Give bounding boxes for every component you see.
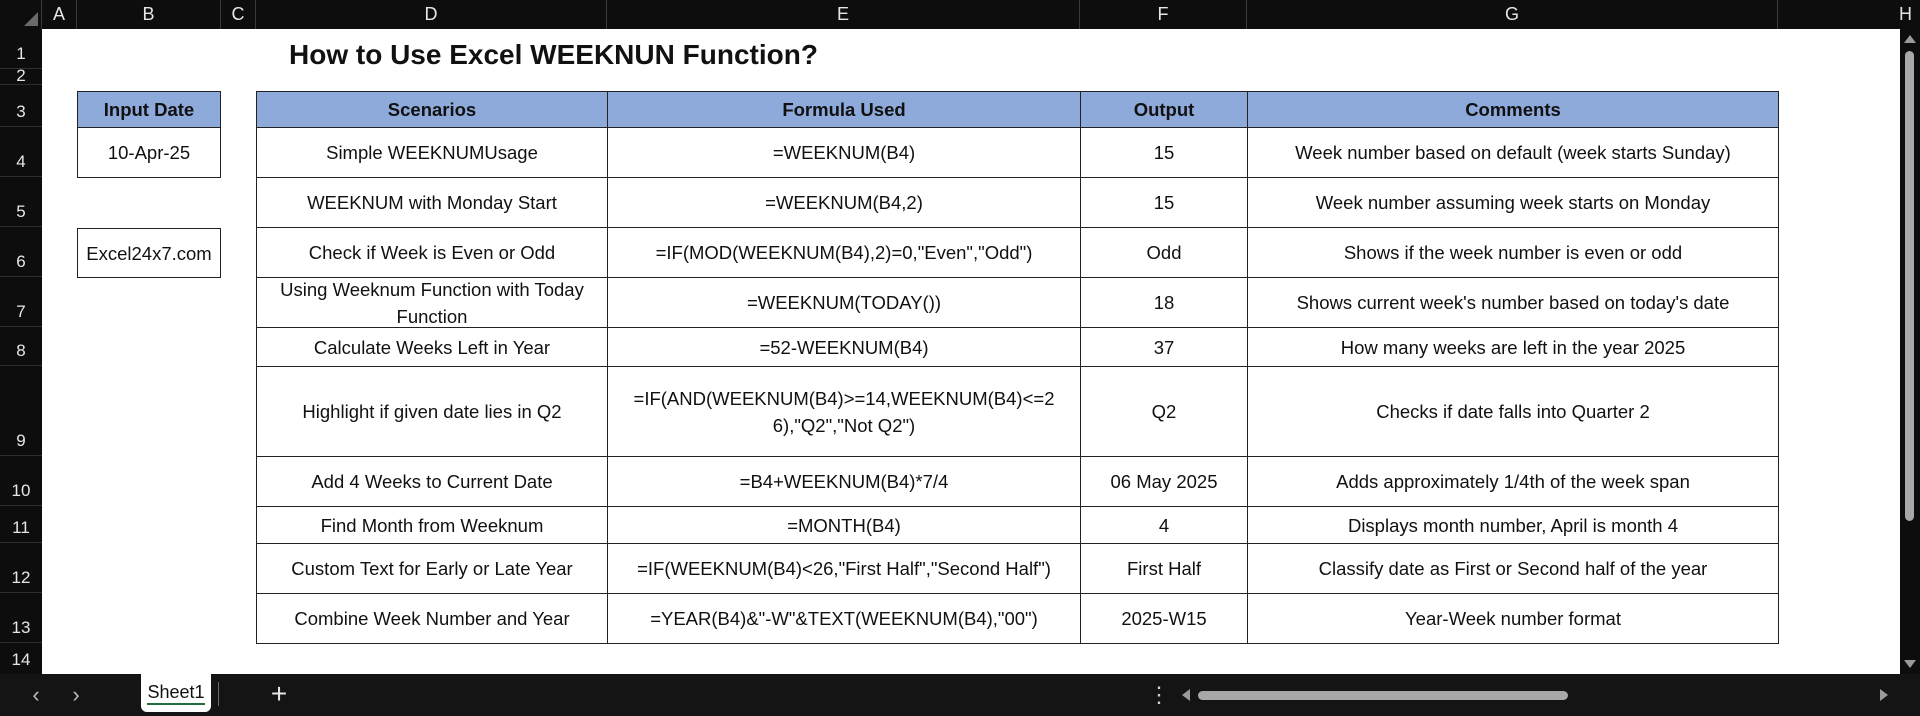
table-cell-comment[interactable]: Displays month number, April is month 4 <box>1247 506 1779 544</box>
row-header[interactable]: 8 <box>0 327 42 366</box>
table-cell-comment[interactable]: Week number based on default (week start… <box>1247 127 1779 178</box>
table-cell-output[interactable]: 06 May 2025 <box>1080 456 1248 507</box>
table-cell-scenario[interactable]: Highlight if given date lies in Q2 <box>256 366 608 457</box>
vertical-scroll-thumb[interactable] <box>1905 51 1914 521</box>
row-header[interactable]: 4 <box>0 127 42 177</box>
row-header[interactable]: 7 <box>0 277 42 327</box>
sheet-grid[interactable]: How to Use Excel WEEKNUN Function? Input… <box>42 29 1900 674</box>
table-header-formula[interactable]: Formula Used <box>607 91 1081 128</box>
row-header[interactable]: 13 <box>0 593 42 643</box>
table-cell-output[interactable]: 18 <box>1080 277 1248 328</box>
table-cell-formula[interactable]: =MONTH(B4) <box>607 506 1081 544</box>
tab-divider <box>218 682 219 706</box>
table-cell-formula[interactable]: =IF(AND(WEEKNUM(B4)>=14,WEEKNUM(B4)<=26)… <box>607 366 1081 457</box>
table-cell-formula[interactable]: =52-WEEKNUM(B4) <box>607 327 1081 367</box>
column-header-c[interactable]: C <box>221 0 256 29</box>
table-cell-output[interactable]: Q2 <box>1080 366 1248 457</box>
table-cell-scenario[interactable]: Combine Week Number and Year <box>256 593 608 644</box>
scroll-left-icon[interactable] <box>1182 689 1190 701</box>
next-sheet-icon[interactable]: › <box>56 674 96 716</box>
scroll-right-icon[interactable] <box>1880 689 1888 701</box>
column-header-f[interactable]: F <box>1080 0 1247 29</box>
table-header-scenarios[interactable]: Scenarios <box>256 91 608 128</box>
table-cell-scenario[interactable]: Find Month from Weeknum <box>256 506 608 544</box>
table-cell-output[interactable]: 37 <box>1080 327 1248 367</box>
table-cell-scenario[interactable]: Using Weeknum Function with Today Functi… <box>256 277 608 328</box>
table-cell-comment[interactable]: Classify date as First or Second half of… <box>1247 543 1779 594</box>
select-all-icon[interactable] <box>0 0 42 29</box>
table-cell-formula[interactable]: =WEEKNUM(B4,2) <box>607 177 1081 228</box>
scroll-up-icon[interactable] <box>1904 35 1916 43</box>
table-cell-comment[interactable]: Adds approximately 1/4th of the week spa… <box>1247 456 1779 507</box>
table-cell-output[interactable]: First Half <box>1080 543 1248 594</box>
vertical-scrollbar[interactable] <box>1900 29 1920 674</box>
column-header-e[interactable]: E <box>607 0 1080 29</box>
table-cell-comment[interactable]: Year-Week number format <box>1247 593 1779 644</box>
table-cell-formula[interactable]: =WEEKNUM(TODAY()) <box>607 277 1081 328</box>
column-header-h[interactable]: H <box>1778 0 1920 29</box>
row-header[interactable]: 12 <box>0 543 42 593</box>
column-header-a[interactable]: A <box>42 0 77 29</box>
prev-sheet-icon[interactable]: ‹ <box>16 674 56 716</box>
brand-cell[interactable]: Excel24x7.com <box>77 228 221 278</box>
table-cell-comment[interactable]: Shows if the week number is even or odd <box>1247 227 1779 278</box>
table-cell-scenario[interactable]: Custom Text for Early or Late Year <box>256 543 608 594</box>
column-header-b[interactable]: B <box>77 0 221 29</box>
table-cell-comment[interactable]: How many weeks are left in the year 2025 <box>1247 327 1779 367</box>
row-header[interactable]: 3 <box>0 85 42 127</box>
table-header-comments[interactable]: Comments <box>1247 91 1779 128</box>
table-cell-formula[interactable]: =IF(MOD(WEEKNUM(B4),2)=0,"Even","Odd") <box>607 227 1081 278</box>
table-cell-output[interactable]: 4 <box>1080 506 1248 544</box>
add-sheet-icon[interactable]: + <box>262 674 296 716</box>
scroll-down-icon[interactable] <box>1904 660 1916 668</box>
table-cell-scenario[interactable]: Add 4 Weeks to Current Date <box>256 456 608 507</box>
table-cell-output[interactable]: 15 <box>1080 177 1248 228</box>
row-header[interactable]: 1 <box>0 29 42 69</box>
row-header[interactable]: 9 <box>0 366 42 456</box>
column-header-d[interactable]: D <box>256 0 607 29</box>
input-date-header[interactable]: Input Date <box>77 91 221 128</box>
table-header-output[interactable]: Output <box>1080 91 1248 128</box>
table-cell-formula[interactable]: =B4+WEEKNUM(B4)*7/4 <box>607 456 1081 507</box>
sheet-tab-label: Sheet1 <box>147 682 205 705</box>
column-header-g[interactable]: G <box>1247 0 1778 29</box>
row-header-bar: 1 2 3 4 5 6 7 8 9 10 11 12 13 14 <box>0 29 42 674</box>
row-header[interactable]: 11 <box>0 506 42 543</box>
table-cell-scenario[interactable]: WEEKNUM with Monday Start <box>256 177 608 228</box>
table-cell-formula[interactable]: =IF(WEEKNUM(B4)<26,"First Half","Second … <box>607 543 1081 594</box>
table-cell-scenario[interactable]: Simple WEEKNUMUsage <box>256 127 608 178</box>
row-header[interactable]: 10 <box>0 456 42 506</box>
horizontal-scrollbar[interactable] <box>1176 684 1894 706</box>
column-header-bar: A B C D E F G H <box>0 0 1920 30</box>
table-cell-formula[interactable]: =WEEKNUM(B4) <box>607 127 1081 178</box>
table-cell-output[interactable]: 2025-W15 <box>1080 593 1248 644</box>
table-cell-formula[interactable]: =YEAR(B4)&"-W"&TEXT(WEEKNUM(B4),"00") <box>607 593 1081 644</box>
input-date-cell[interactable]: 10-Apr-25 <box>77 127 221 178</box>
sheet-tab-bar: ‹ › Sheet1 + ⋮ <box>0 674 1920 716</box>
sheet-tab[interactable]: Sheet1 <box>141 674 211 712</box>
table-cell-scenario[interactable]: Check if Week is Even or Odd <box>256 227 608 278</box>
table-cell-output[interactable]: Odd <box>1080 227 1248 278</box>
table-cell-comment[interactable]: Checks if date falls into Quarter 2 <box>1247 366 1779 457</box>
row-header[interactable]: 6 <box>0 227 42 277</box>
table-cell-output[interactable]: 15 <box>1080 127 1248 178</box>
horizontal-scroll-thumb[interactable] <box>1198 691 1568 700</box>
table-cell-scenario[interactable]: Calculate Weeks Left in Year <box>256 327 608 367</box>
row-header[interactable]: 14 <box>0 643 42 674</box>
table-cell-comment[interactable]: Week number assuming week starts on Mond… <box>1247 177 1779 228</box>
row-header[interactable]: 2 <box>0 66 42 85</box>
page-title[interactable]: How to Use Excel WEEKNUN Function? <box>289 35 818 75</box>
table-cell-comment[interactable]: Shows current week's number based on tod… <box>1247 277 1779 328</box>
row-header[interactable]: 5 <box>0 177 42 227</box>
more-options-icon[interactable]: ⋮ <box>1148 674 1170 716</box>
